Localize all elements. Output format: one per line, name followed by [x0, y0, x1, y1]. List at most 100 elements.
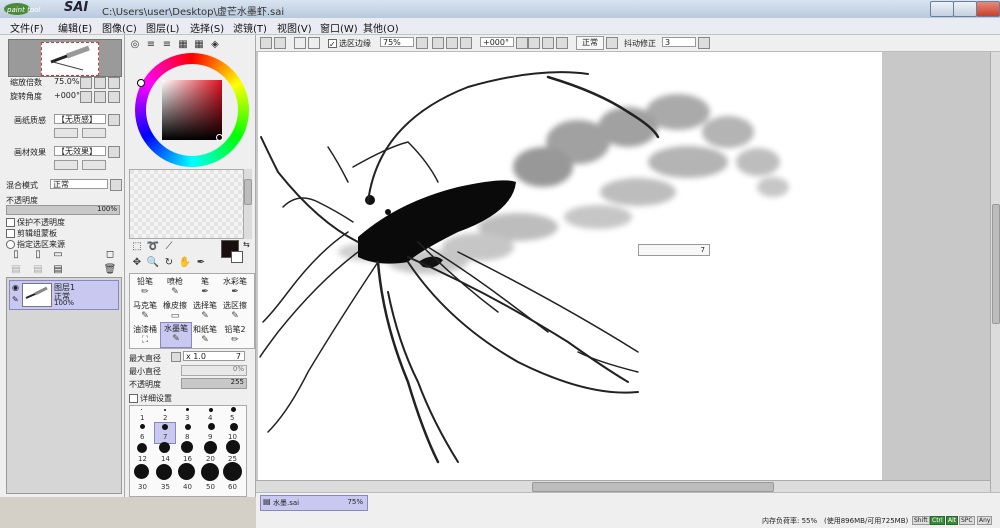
hsv-slider-mode-icon[interactable]: ≡ — [161, 38, 173, 50]
rotate-tool-icon[interactable]: ↻ — [163, 256, 175, 268]
brush-opacity-slider[interactable]: 255 — [181, 378, 247, 389]
brush-eraser[interactable]: 橡皮擦 ▭ — [160, 300, 190, 324]
delete-layer-icon[interactable]: ◻ — [104, 248, 116, 260]
mode-button[interactable]: 正常 — [576, 36, 604, 50]
size-dot[interactable] — [140, 424, 145, 429]
hue-marker[interactable] — [137, 79, 145, 87]
menu-file[interactable]: 文件(F) — [10, 20, 44, 35]
vertical-scroll-thumb[interactable] — [992, 204, 1000, 324]
size-dot[interactable] — [208, 423, 215, 430]
size-dot[interactable] — [186, 408, 189, 411]
paper-texture-select[interactable]: 【无质感】 — [54, 114, 106, 124]
size-dot[interactable] — [226, 440, 240, 454]
swap-colors-icon[interactable]: ⇆ — [243, 240, 250, 249]
size-dot[interactable] — [230, 423, 238, 431]
toolbar-zoom-in-button[interactable] — [446, 37, 458, 49]
min-diameter-slider[interactable]: 0% — [181, 365, 247, 376]
rotate-reset-button[interactable] — [108, 91, 120, 103]
close-button[interactable] — [976, 1, 1000, 17]
zoom-out-button[interactable] — [80, 77, 92, 89]
toolbar-angle-select[interactable]: +000° — [480, 37, 514, 47]
chevron-down-icon[interactable] — [108, 114, 120, 126]
toolbar-rotate-right-button[interactable] — [542, 37, 554, 49]
toolbar-zoom-reset-button[interactable] — [460, 37, 472, 49]
scratch-pad[interactable] — [129, 169, 245, 239]
size-dot[interactable] — [178, 463, 195, 480]
menu-other[interactable]: 其他(O) — [363, 20, 399, 35]
eye-icon[interactable]: ◉ — [12, 283, 19, 292]
rgb-slider-mode-icon[interactable]: ≡ — [145, 38, 157, 50]
toolbar-rotate-reset-button[interactable] — [556, 37, 568, 49]
deselect-button[interactable] — [260, 37, 272, 49]
flip-button[interactable] — [606, 37, 618, 49]
copy-layer-icon[interactable]: ▤ — [10, 263, 22, 275]
clear-layer-icon[interactable]: ▤ — [52, 263, 64, 275]
move-icon[interactable]: ✥ — [131, 256, 143, 268]
size-dot[interactable] — [164, 409, 166, 411]
horizontal-scroll-thumb[interactable] — [532, 482, 774, 492]
brush-bucket[interactable]: 油漆桶 ⛶ — [130, 324, 160, 348]
color-wheel-mode-icon[interactable]: ◎ — [129, 38, 141, 50]
scratch-pad-scrollbar[interactable] — [243, 169, 252, 239]
layer-row[interactable]: ◉ ✎ 图层1 正常 100% — [9, 280, 119, 310]
size-dot[interactable] — [204, 441, 217, 454]
new-folder-icon[interactable]: ▭ — [52, 248, 64, 260]
minimize-button[interactable] — [930, 1, 954, 17]
angle-value[interactable]: +000° — [54, 91, 80, 100]
new-linework-layer-icon[interactable]: ▯ — [32, 248, 44, 260]
chevron-down-icon[interactable] — [110, 179, 122, 191]
menu-edit[interactable]: 编辑(E) — [58, 20, 92, 35]
brush-select-pen[interactable]: 选择笔 ✎ — [190, 300, 220, 324]
brush-pencil[interactable]: 铅笔 ✏ — [130, 276, 160, 300]
size-dot[interactable] — [231, 407, 236, 412]
size-dot[interactable] — [134, 464, 149, 479]
menu-select[interactable]: 选择(S) — [190, 20, 224, 35]
menu-window[interactable]: 窗口(W) — [320, 20, 358, 35]
toolbar-zoom-out-button[interactable] — [432, 37, 444, 49]
brush-washi[interactable]: 和纸笔 ✎ — [190, 324, 220, 348]
scratch-pad-mode-icon[interactable]: ◈ — [209, 38, 221, 50]
color-marker[interactable] — [216, 134, 223, 141]
show-selection-button[interactable] — [294, 37, 306, 49]
chevron-down-icon[interactable] — [516, 37, 528, 49]
size-dot[interactable] — [141, 409, 142, 410]
material-effect-select[interactable]: 【无效果】 — [54, 146, 106, 156]
rotate-right-button[interactable] — [94, 91, 106, 103]
magic-wand-icon[interactable]: ⟋ — [163, 240, 175, 252]
protect-opacity-checkbox[interactable]: 保护不透明度 — [6, 217, 65, 228]
invert-selection-button[interactable] — [274, 37, 286, 49]
merge-layer-icon[interactable]: ▤ — [32, 263, 44, 275]
blend-mode-select[interactable]: 正常 — [50, 179, 108, 189]
swatches-mode-icon[interactable]: ▦ — [177, 38, 189, 50]
saturation-value-square[interactable] — [162, 80, 222, 140]
stabilizer-select[interactable]: 3 — [662, 37, 696, 47]
navigator-preview[interactable] — [8, 39, 122, 77]
zoom-value[interactable]: 75.0% — [54, 77, 79, 86]
opacity-slider[interactable]: 100% — [6, 205, 120, 215]
menu-view[interactable]: 视图(V) — [277, 20, 312, 35]
canvas-vertical-scrollbar[interactable] — [990, 52, 1000, 492]
brush-deselect[interactable]: 选区擦 ✎ — [220, 300, 250, 324]
brush-pencil2[interactable]: 铅笔2 ✏ — [220, 324, 250, 348]
rect-select-icon[interactable]: ⬚ — [131, 240, 143, 252]
detail-settings-checkbox[interactable]: 详细设置 — [129, 393, 172, 404]
size-dot[interactable] — [159, 442, 170, 453]
brush-marker[interactable]: 马克笔 ✎ — [130, 300, 160, 324]
toolbar-zoom-select[interactable]: 75% — [380, 37, 414, 47]
menu-layer[interactable]: 图层(L) — [146, 20, 179, 35]
eyedropper-icon[interactable]: ✒ — [195, 256, 207, 268]
maximize-button[interactable] — [953, 1, 977, 17]
secondary-color-swatch[interactable] — [231, 251, 243, 263]
chevron-down-icon[interactable] — [108, 146, 120, 158]
size-dot[interactable] — [156, 464, 172, 480]
effect-strength-field[interactable] — [82, 160, 106, 170]
size-dot[interactable] — [223, 462, 242, 481]
max-diameter-field[interactable]: x 1.0 7 — [183, 351, 245, 361]
size-dot[interactable] — [185, 424, 191, 430]
brush-watercolor[interactable]: 水彩笔 ✒ — [220, 276, 250, 300]
brush-ink[interactable]: 水墨笔 ✎ — [160, 322, 192, 348]
brush-pen[interactable]: 笔 ✒ — [190, 276, 220, 300]
toolbar-rotate-left-button[interactable] — [528, 37, 540, 49]
drawing-canvas[interactable]: 7 — [258, 52, 882, 480]
zoom-reset-button[interactable] — [108, 77, 120, 89]
